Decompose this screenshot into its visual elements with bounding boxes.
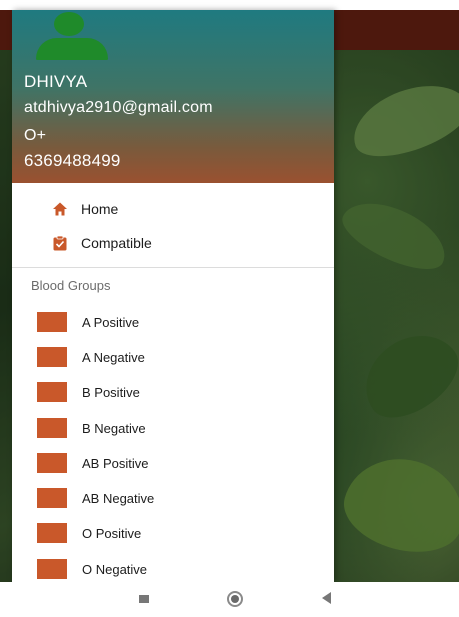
avatar-body: [36, 38, 108, 60]
blood-group-label: O Negative: [82, 562, 148, 577]
blood-group-swatch: [37, 559, 67, 579]
blood-group-label: B Negative: [82, 421, 146, 436]
blood-group-swatch: [37, 488, 67, 508]
blood-group-swatch: [37, 347, 67, 367]
blood-group-item-a-negative[interactable]: A Negative: [12, 343, 334, 377]
avatar-icon: [34, 12, 110, 62]
blood-group-item-ab-positive[interactable]: AB Positive: [12, 449, 334, 483]
blood-group-item-b-positive[interactable]: B Positive: [12, 378, 334, 412]
blood-group-label: AB Positive: [82, 456, 149, 471]
blood-group-item-o-positive[interactable]: O Positive: [12, 519, 334, 553]
section-title-blood-groups: Blood Groups: [31, 278, 111, 293]
menu-item-compatible[interactable]: Compatible: [12, 227, 334, 261]
navigation-drawer: DHIVYA atdhivya2910@gmail.com O+ 6369488…: [12, 10, 334, 582]
blood-group-swatch: [37, 523, 67, 543]
back-icon[interactable]: [322, 592, 331, 604]
blood-group-label: A Negative: [82, 350, 145, 365]
user-name: DHIVYA: [24, 72, 88, 91]
home-icon: [53, 202, 67, 216]
divider: [12, 267, 334, 268]
system-nav-bar: [0, 582, 459, 617]
home-button-icon[interactable]: [227, 591, 243, 607]
menu-item-label: Compatible: [81, 235, 152, 251]
blood-group-swatch: [37, 382, 67, 402]
menu-item-home[interactable]: Home: [12, 193, 334, 227]
clipboard-check-icon: [53, 235, 67, 251]
menu-item-label: Home: [81, 201, 119, 217]
blood-group-label: O Positive: [82, 526, 142, 541]
blood-group-item-a-positive[interactable]: A Positive: [12, 308, 334, 342]
blood-group-label: B Positive: [82, 385, 140, 400]
blood-group-label: AB Negative: [82, 491, 155, 506]
drawer-header: DHIVYA atdhivya2910@gmail.com O+ 6369488…: [12, 10, 334, 183]
blood-group-item-o-negative[interactable]: O Negative: [12, 555, 334, 582]
blood-group-swatch: [37, 418, 67, 438]
blood-group-swatch: [37, 453, 67, 473]
blood-group-item-b-negative[interactable]: B Negative: [12, 414, 334, 448]
blood-group-item-ab-negative[interactable]: AB Negative: [12, 484, 334, 518]
avatar-head: [54, 12, 84, 36]
blood-group-swatch: [37, 312, 67, 332]
user-phone: 6369488499: [24, 151, 121, 170]
user-blood-group: O+: [24, 127, 47, 144]
blood-group-label: A Positive: [82, 315, 140, 330]
user-email: atdhivya2910@gmail.com: [24, 99, 213, 116]
recents-icon[interactable]: [139, 595, 149, 603]
